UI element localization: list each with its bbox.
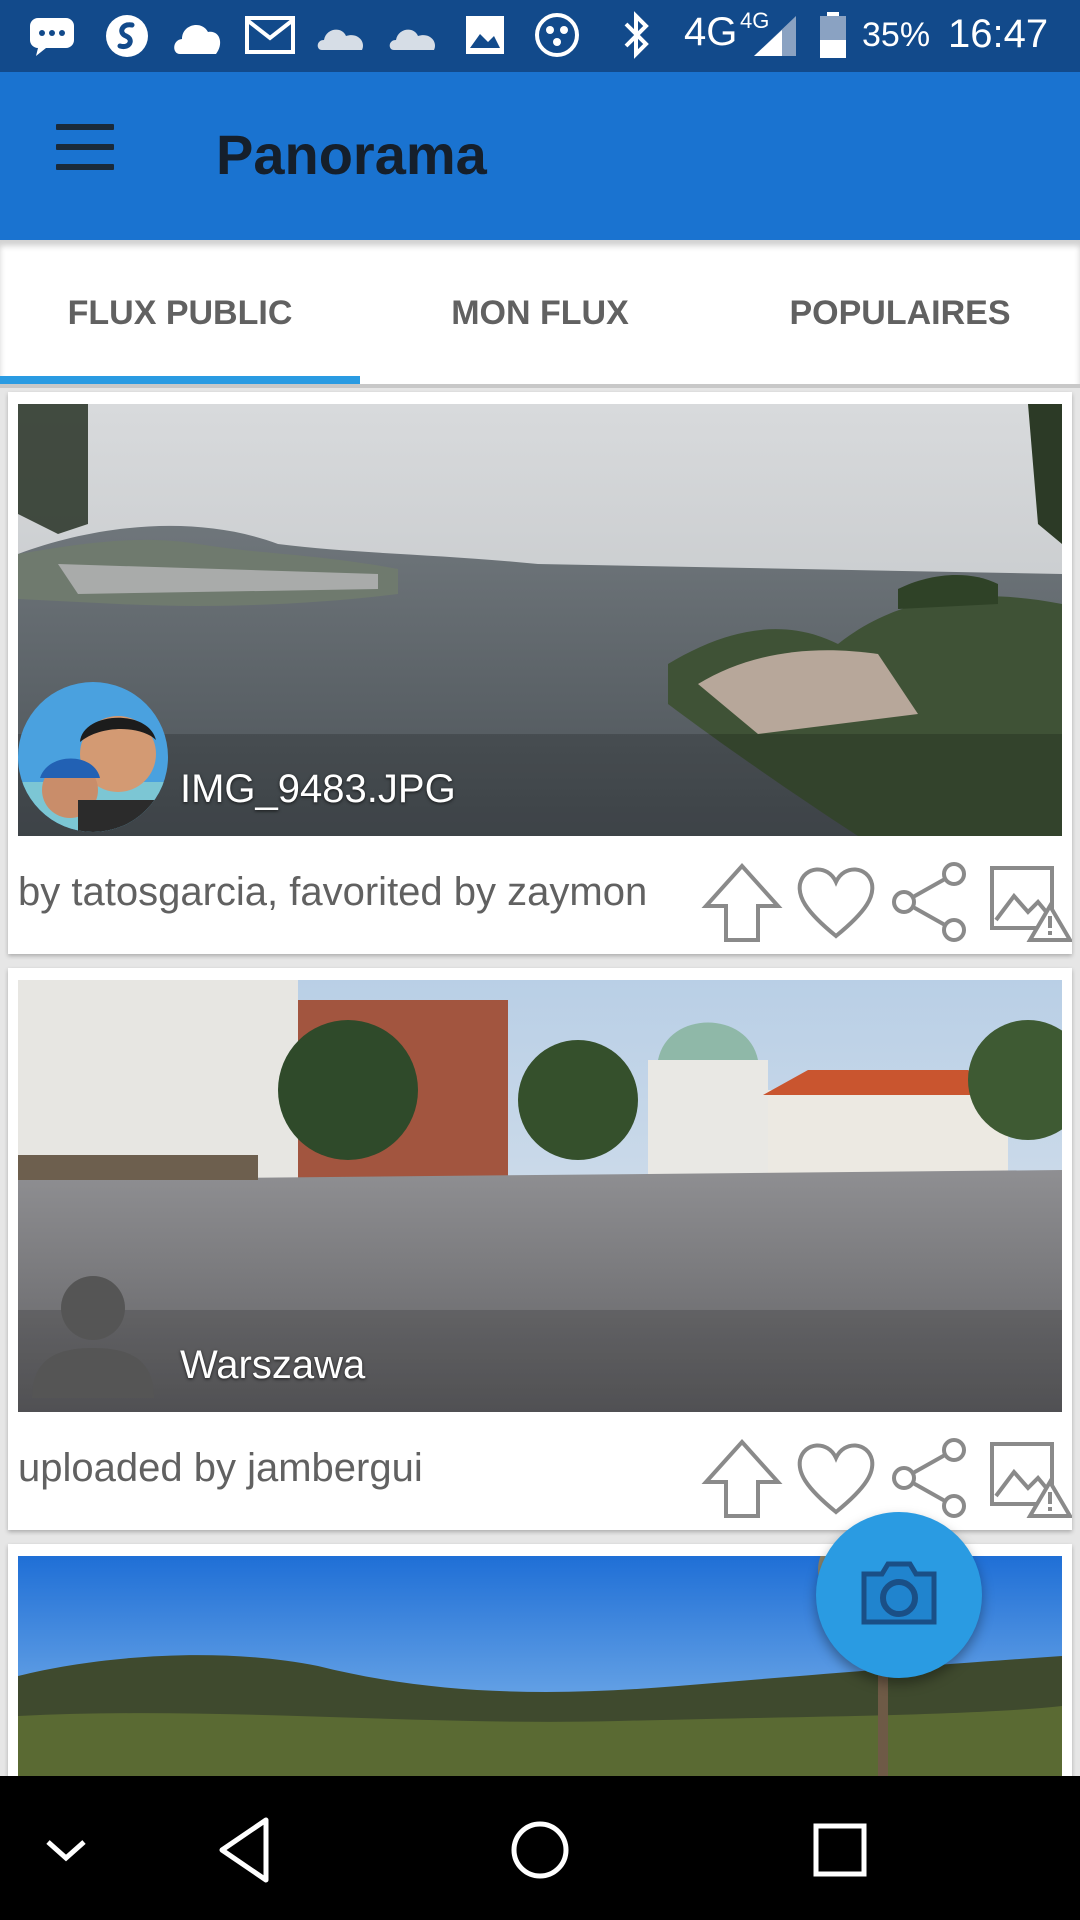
camera-button[interactable] xyxy=(816,1512,982,1678)
chevron-down-icon[interactable] xyxy=(26,1810,106,1890)
battery-icon xyxy=(820,12,846,58)
divider xyxy=(0,384,1080,388)
tab-flux-public[interactable]: FLUX PUBLIC xyxy=(0,294,360,333)
page-title: Panorama xyxy=(216,123,487,186)
upvote-icon[interactable] xyxy=(700,860,784,944)
gallery-icon xyxy=(466,16,504,54)
onedrive-icon xyxy=(389,29,436,50)
panorama-photo xyxy=(18,404,1062,836)
feed-card[interactable]: Warszawa uploaded by jambergui xyxy=(8,968,1072,1530)
network-type: 4G xyxy=(684,10,738,54)
panorama-image[interactable]: Warszawa xyxy=(18,980,1062,1412)
card-caption: uploaded by jambergui xyxy=(18,1446,423,1490)
back-icon[interactable] xyxy=(206,1810,286,1890)
image-title: IMG_9483.JPG xyxy=(180,767,456,811)
recents-icon[interactable] xyxy=(800,1810,880,1890)
chat-icon xyxy=(30,18,74,56)
tab-populaires[interactable]: POPULAIRES xyxy=(720,294,1080,333)
signal-icon xyxy=(754,16,796,56)
tab-mon-flux[interactable]: MON FLUX xyxy=(360,294,720,333)
shazam-icon xyxy=(106,15,148,57)
card-caption: by tatosgarcia, favorited by zaymon xyxy=(18,870,648,914)
menu-icon[interactable] xyxy=(50,124,120,184)
upvote-icon[interactable] xyxy=(700,1436,784,1520)
feed-card[interactable]: IMG_9483.JPG by tatosgarcia, favorited b… xyxy=(8,392,1072,954)
gmail-icon xyxy=(245,16,295,54)
onedrive-icon xyxy=(317,29,364,50)
tab-bar: FLUX PUBLIC MON FLUX POPULAIRES xyxy=(0,240,1080,386)
cloud-icon xyxy=(174,24,221,54)
app-bar: Panorama xyxy=(0,72,1080,240)
share-icon[interactable] xyxy=(888,1436,972,1520)
bluetooth-icon xyxy=(624,11,649,59)
home-icon[interactable] xyxy=(500,1810,580,1890)
status-bar: 4G 4G 35% 16:47 xyxy=(0,0,1080,72)
image-title: Warszawa xyxy=(180,1343,366,1387)
avatar[interactable] xyxy=(18,682,168,832)
share-icon[interactable] xyxy=(888,860,972,944)
navigation-bar xyxy=(0,1776,1080,1920)
panorama-photo xyxy=(18,980,1062,1412)
report-image-icon[interactable] xyxy=(988,860,1072,944)
report-image-icon[interactable] xyxy=(988,1436,1072,1520)
panorama-image[interactable]: IMG_9483.JPG xyxy=(18,404,1062,836)
default-avatar[interactable] xyxy=(18,1258,168,1408)
game-icon xyxy=(535,13,579,57)
heart-icon[interactable] xyxy=(794,1436,878,1520)
clock: 16:47 xyxy=(948,12,1049,56)
heart-icon[interactable] xyxy=(794,860,878,944)
battery-level: 35% xyxy=(862,16,931,54)
camera-icon xyxy=(861,1561,937,1625)
